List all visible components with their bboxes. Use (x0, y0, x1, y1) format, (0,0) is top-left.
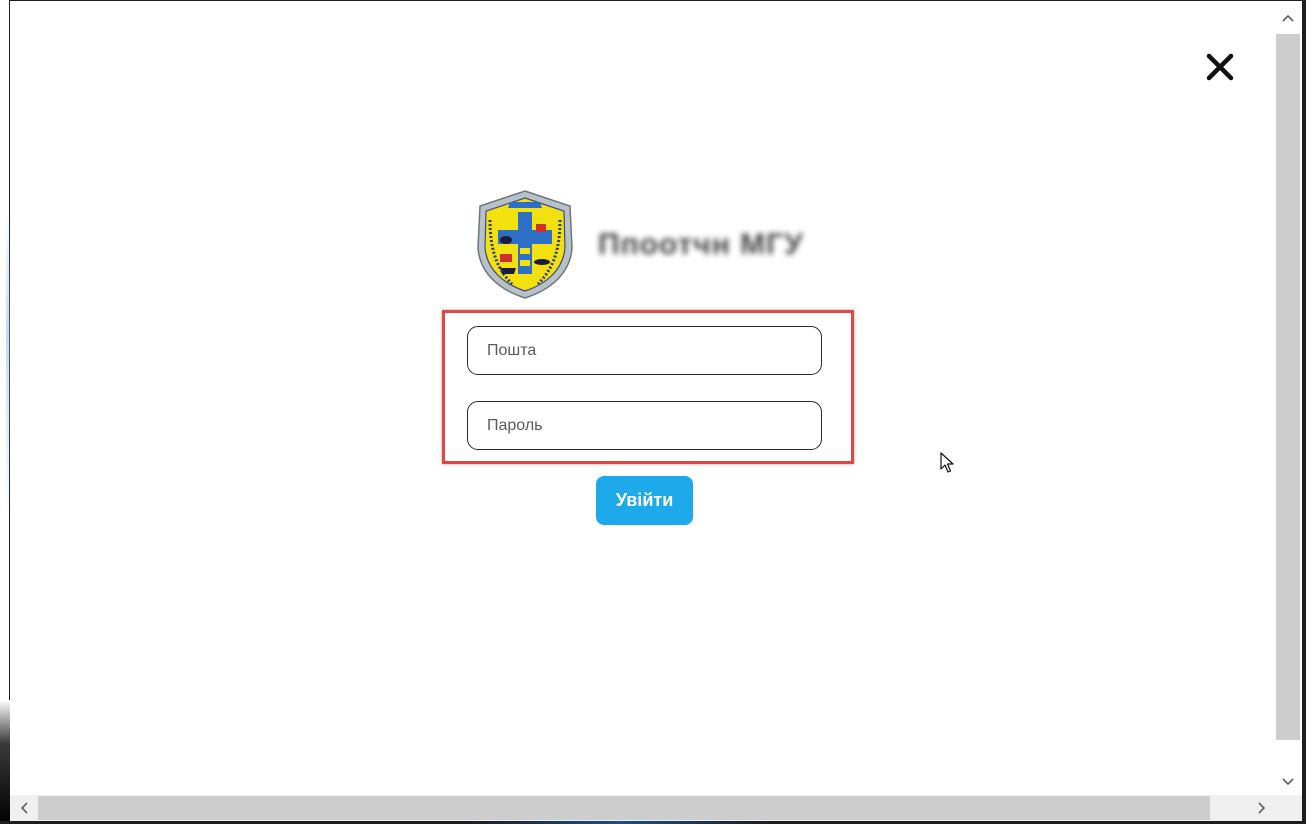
password-field[interactable] (467, 401, 822, 450)
emblem-logo (470, 188, 580, 300)
chevron-right-icon (1258, 802, 1266, 814)
vertical-scroll-thumb[interactable] (1276, 34, 1300, 740)
mouse-pointer-icon (940, 452, 954, 473)
window-frame-top (0, 0, 1306, 1)
emblem-shield-icon (477, 190, 573, 299)
login-button[interactable]: Увійти (596, 476, 693, 525)
horizontal-scrollbar[interactable] (10, 795, 1302, 821)
scroll-up-button[interactable] (1274, 3, 1302, 33)
brand-name: Ппоотчн МГУ (598, 228, 804, 261)
horizontal-scroll-thumb[interactable] (38, 796, 1210, 820)
chevron-down-icon (1282, 778, 1294, 786)
scroll-right-button[interactable] (1248, 795, 1276, 821)
chevron-left-icon (20, 802, 28, 814)
vertical-scrollbar[interactable] (1274, 1, 1302, 795)
close-icon (1206, 53, 1234, 81)
window-frame-shadow (0, 700, 10, 824)
login-window: Ппоотчн МГУ Увійти (0, 0, 1306, 824)
email-field[interactable] (467, 326, 822, 375)
scroll-left-button[interactable] (10, 795, 38, 821)
close-button[interactable] (1205, 52, 1235, 82)
chevron-up-icon (1282, 14, 1294, 22)
window-frame-glow (6, 210, 10, 520)
window-frame-right (1302, 0, 1306, 824)
scroll-down-button[interactable] (1274, 767, 1302, 797)
